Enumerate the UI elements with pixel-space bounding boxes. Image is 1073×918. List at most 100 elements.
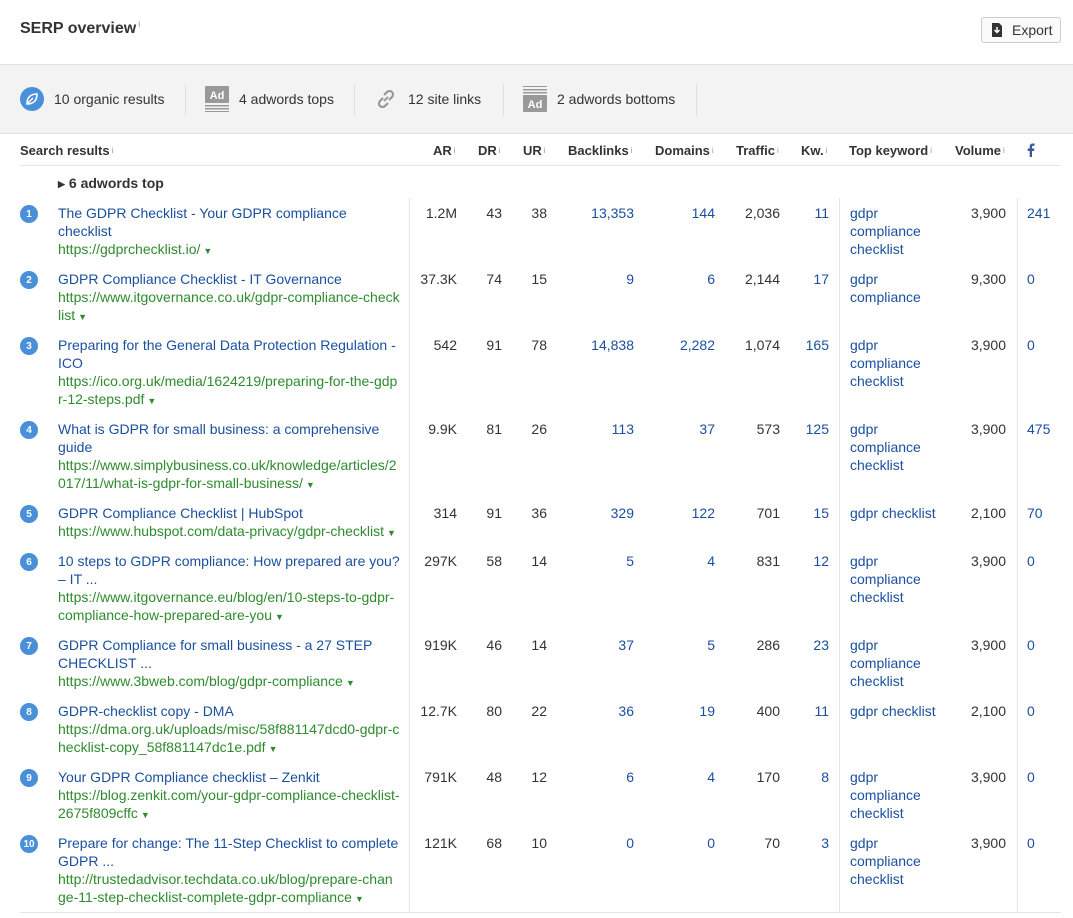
col-ar[interactable]: AR i [433, 134, 456, 166]
top-keyword-link[interactable]: gdpr compliance checklist [850, 204, 945, 258]
result-url-text[interactable]: https://www.hubspot.com/data-privacy/gdp… [58, 523, 384, 539]
facebook-shares-link[interactable]: 0 [1027, 702, 1035, 720]
col-kw[interactable]: Kw. i [801, 134, 827, 166]
result-url-link[interactable]: https://gdprchecklist.io/▼ [58, 240, 400, 260]
result-url-link[interactable]: https://blog.zenkit.com/your-gdpr-compli… [58, 786, 400, 824]
cell-domains[interactable]: 0 [707, 834, 715, 852]
result-title-link[interactable]: Preparing for the General Data Protectio… [58, 336, 400, 372]
top-keyword-link[interactable]: gdpr compliance checklist [850, 768, 945, 822]
result-url-link[interactable]: https://dma.org.uk/uploads/misc/58f88114… [58, 720, 400, 758]
cell-backlinks[interactable]: 14,838 [591, 336, 634, 354]
col-traffic[interactable]: Traffic i [736, 134, 779, 166]
result-title-link[interactable]: GDPR-checklist copy - DMA [58, 702, 400, 720]
result-url-link[interactable]: https://www.itgovernance.eu/blog/en/10-s… [58, 588, 400, 626]
export-button[interactable]: Export [981, 17, 1061, 43]
url-dropdown-icon[interactable]: ▼ [269, 744, 278, 754]
col-dr[interactable]: DR i [478, 134, 501, 166]
cell-domains[interactable]: 37 [699, 420, 715, 438]
url-dropdown-icon[interactable]: ▼ [203, 246, 212, 256]
result-title-link[interactable]: What is GDPR for small business: a compr… [58, 420, 400, 456]
cell-backlinks[interactable]: 329 [611, 504, 634, 522]
col-top-keyword[interactable]: Top keyword i [849, 134, 932, 166]
facebook-shares-link[interactable]: 0 [1027, 336, 1035, 354]
top-keyword-link[interactable]: gdpr compliance checklist [850, 834, 945, 888]
top-keyword-link[interactable]: gdpr checklist [850, 702, 945, 720]
result-url-text[interactable]: https://www.3bweb.com/blog/gdpr-complian… [58, 673, 343, 689]
cell-domains[interactable]: 4 [707, 768, 715, 786]
top-keyword-link[interactable]: gdpr compliance checklist [850, 420, 945, 474]
url-dropdown-icon[interactable]: ▼ [355, 894, 364, 904]
cell-kw[interactable]: 165 [806, 336, 829, 354]
facebook-shares-link[interactable]: 0 [1027, 768, 1035, 786]
result-url-text[interactable]: https://www.simplybusiness.co.uk/knowled… [58, 457, 396, 491]
result-url-text[interactable]: https://gdprchecklist.io/ [58, 241, 200, 257]
result-url-text[interactable]: https://www.itgovernance.co.uk/gdpr-comp… [58, 289, 400, 323]
facebook-shares-link[interactable]: 0 [1027, 270, 1035, 288]
cell-backlinks[interactable]: 0 [626, 834, 634, 852]
top-keyword-link[interactable]: gdpr compliance [850, 270, 945, 306]
url-dropdown-icon[interactable]: ▼ [306, 480, 315, 490]
top-keyword-link[interactable]: gdpr checklist [850, 504, 945, 522]
result-title-link[interactable]: Your GDPR Compliance checklist – Zenkit [58, 768, 400, 786]
url-dropdown-icon[interactable]: ▼ [346, 678, 355, 688]
facebook-shares-link[interactable]: 70 [1027, 504, 1043, 522]
cell-kw[interactable]: 11 [814, 204, 829, 222]
result-url-text[interactable]: https://blog.zenkit.com/your-gdpr-compli… [58, 787, 400, 821]
url-dropdown-icon[interactable]: ▼ [387, 528, 396, 538]
url-dropdown-icon[interactable]: ▼ [275, 612, 284, 622]
info-icon[interactable]: i [138, 19, 140, 29]
cell-kw[interactable]: 125 [806, 420, 829, 438]
cell-domains[interactable]: 144 [692, 204, 715, 222]
cell-domains[interactable]: 2,282 [680, 336, 715, 354]
url-dropdown-icon[interactable]: ▼ [147, 396, 156, 406]
cell-domains[interactable]: 122 [692, 504, 715, 522]
cell-kw[interactable]: 8 [821, 768, 829, 786]
url-dropdown-icon[interactable]: ▼ [141, 810, 150, 820]
cell-backlinks[interactable]: 37 [618, 636, 634, 654]
col-search-results[interactable]: Search results i [20, 134, 113, 166]
result-title-link[interactable]: GDPR Compliance for small business - a 2… [58, 636, 400, 672]
result-url-link[interactable]: http://trustedadvisor.techdata.co.uk/blo… [58, 870, 400, 908]
result-url-text[interactable]: http://trustedadvisor.techdata.co.uk/blo… [58, 871, 393, 905]
facebook-shares-link[interactable]: 0 [1027, 834, 1035, 852]
adwords-top-toggle[interactable]: ▶ 6 adwords top [58, 175, 164, 191]
col-domains[interactable]: Domains i [655, 134, 714, 166]
col-volume[interactable]: Volume i [955, 134, 1005, 166]
cell-backlinks[interactable]: 6 [626, 768, 634, 786]
result-title-link[interactable]: GDPR Compliance Checklist - IT Governanc… [58, 270, 400, 288]
cell-backlinks[interactable]: 9 [626, 270, 634, 288]
result-title-link[interactable]: GDPR Compliance Checklist | HubSpot [58, 504, 400, 522]
result-url-link[interactable]: https://www.simplybusiness.co.uk/knowled… [58, 456, 400, 494]
cell-backlinks[interactable]: 5 [626, 552, 634, 570]
cell-kw[interactable]: 11 [814, 702, 829, 720]
cell-domains[interactable]: 6 [707, 270, 715, 288]
cell-kw[interactable]: 23 [813, 636, 829, 654]
cell-domains[interactable]: 19 [699, 702, 715, 720]
result-title-link[interactable]: 10 steps to GDPR compliance: How prepare… [58, 552, 400, 588]
result-url-text[interactable]: https://www.itgovernance.eu/blog/en/10-s… [58, 589, 394, 623]
cell-backlinks[interactable]: 113 [612, 420, 634, 438]
col-ur[interactable]: UR i [523, 134, 546, 166]
top-keyword-link[interactable]: gdpr compliance checklist [850, 636, 945, 690]
facebook-shares-link[interactable]: 0 [1027, 636, 1035, 654]
cell-domains[interactable]: 5 [707, 636, 715, 654]
facebook-shares-link[interactable]: 0 [1027, 552, 1035, 570]
cell-kw[interactable]: 17 [813, 270, 829, 288]
top-keyword-link[interactable]: gdpr compliance checklist [850, 336, 945, 390]
result-url-text[interactable]: https://ico.org.uk/media/1624219/prepari… [58, 373, 397, 407]
url-dropdown-icon[interactable]: ▼ [78, 312, 87, 322]
cell-backlinks[interactable]: 13,353 [591, 204, 634, 222]
result-url-link[interactable]: https://www.3bweb.com/blog/gdpr-complian… [58, 672, 400, 692]
facebook-shares-link[interactable]: 475 [1027, 420, 1050, 438]
result-url-link[interactable]: https://ico.org.uk/media/1624219/prepari… [58, 372, 400, 410]
result-url-link[interactable]: https://www.itgovernance.co.uk/gdpr-comp… [58, 288, 400, 326]
cell-kw[interactable]: 12 [813, 552, 829, 570]
cell-kw[interactable]: 15 [813, 504, 829, 522]
result-title-link[interactable]: Prepare for change: The 11-Step Checklis… [58, 834, 400, 870]
result-title-link[interactable]: The GDPR Checklist - Your GDPR complianc… [58, 204, 400, 240]
facebook-icon[interactable] [1027, 134, 1035, 166]
cell-domains[interactable]: 4 [707, 552, 715, 570]
cell-backlinks[interactable]: 36 [618, 702, 634, 720]
facebook-shares-link[interactable]: 241 [1027, 204, 1050, 222]
result-url-link[interactable]: https://www.hubspot.com/data-privacy/gdp… [58, 522, 400, 542]
